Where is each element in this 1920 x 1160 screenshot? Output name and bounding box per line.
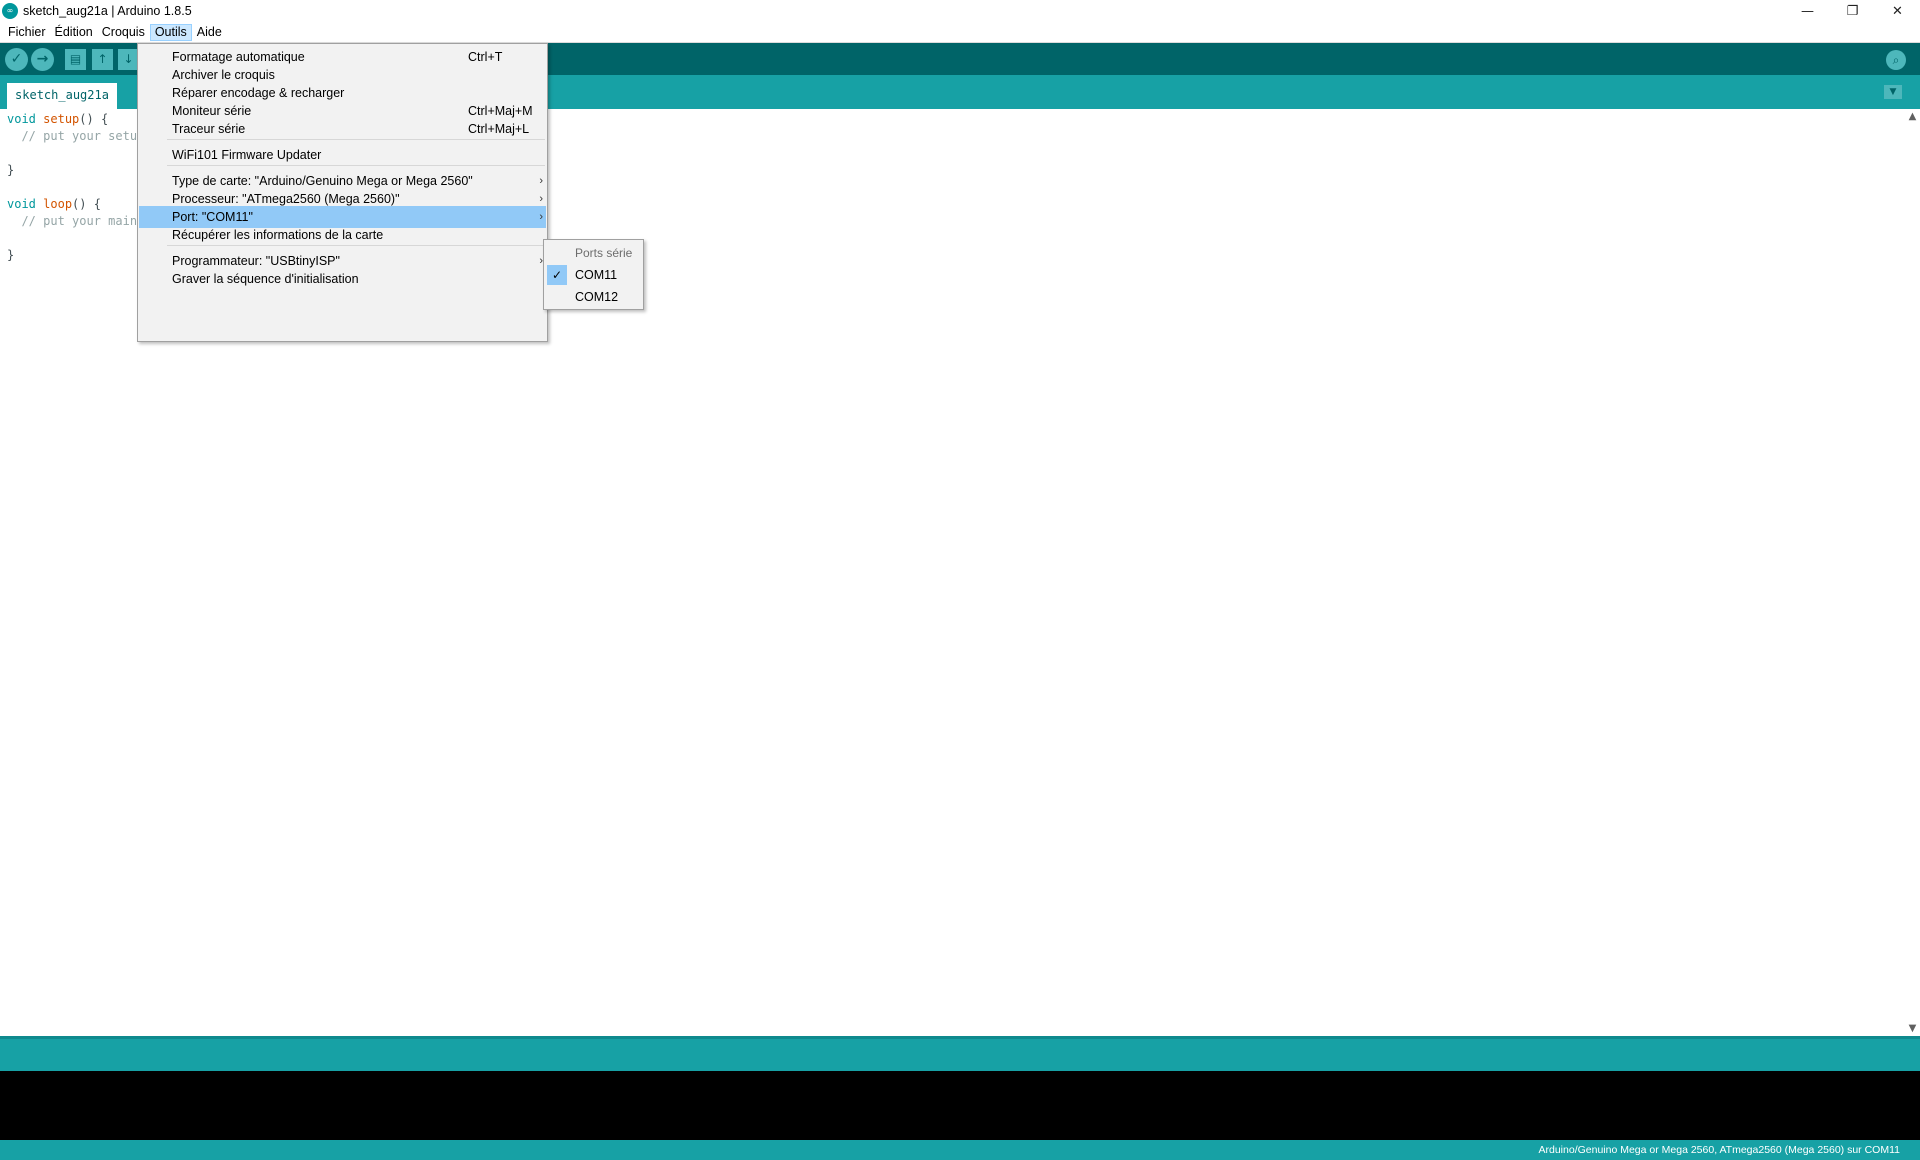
minimize-button[interactable]: — bbox=[1785, 0, 1830, 22]
port-option-com12[interactable]: COM12 bbox=[545, 286, 642, 308]
menu-croquis[interactable]: Croquis bbox=[98, 24, 149, 41]
scroll-down-arrow-icon[interactable]: ▼ bbox=[1905, 1021, 1920, 1036]
board-info: Arduino/Genuino Mega or Mega 2560, ATmeg… bbox=[1538, 1144, 1901, 1156]
menu-outils[interactable]: Outils bbox=[149, 23, 192, 41]
code-line: // put your main bbox=[7, 213, 144, 230]
console-output[interactable] bbox=[0, 1071, 1920, 1140]
window-controls: — ❐ ✕ bbox=[1785, 0, 1920, 22]
tab-sketch[interactable]: sketch_aug21a bbox=[7, 83, 117, 109]
new-sketch-button[interactable]: ▤ bbox=[65, 49, 86, 70]
menu-item-recuperer-infos[interactable]: Récupérer les informations de la carte bbox=[139, 224, 546, 246]
keyword: void bbox=[7, 112, 36, 126]
code-comment: // put your main bbox=[7, 214, 138, 228]
menu-edition[interactable]: Édition bbox=[51, 24, 97, 41]
verify-button[interactable]: ✓ bbox=[5, 48, 28, 71]
checkmark-icon: ✓ bbox=[547, 265, 567, 285]
scroll-up-arrow-icon[interactable]: ▲ bbox=[1905, 109, 1920, 124]
title-bar: ∞ sketch_aug21a | Arduino 1.8.5 — ❐ ✕ bbox=[0, 0, 1920, 22]
menu-bar: Fichier Édition Croquis Outils Aide bbox=[0, 22, 1920, 43]
footer-bar: Arduino/Genuino Mega or Mega 2560, ATmeg… bbox=[0, 1140, 1920, 1160]
tab-menu-chevron-down-icon[interactable]: ▼ bbox=[1884, 85, 1902, 99]
code-line: void loop() { bbox=[7, 196, 144, 213]
menu-item-label: Récupérer les informations de la carte bbox=[172, 228, 384, 242]
code-area[interactable]: void setup() { // put your setup} void lo… bbox=[7, 111, 144, 264]
port-option-label: COM11 bbox=[575, 268, 618, 282]
port-option-label: COM12 bbox=[575, 290, 619, 304]
menu-item-wifi101-updater[interactable]: WiFi101 Firmware Updater bbox=[139, 144, 546, 166]
code-line: } bbox=[7, 162, 144, 179]
code-line: } bbox=[7, 247, 144, 264]
port-option-com11[interactable]: ✓ COM11 bbox=[545, 264, 642, 286]
code-line: // put your setup bbox=[7, 128, 144, 145]
outils-dropdown-menu: Formatage automatique Ctrl+T Archiver le c… bbox=[137, 43, 548, 342]
submenu-header: Ports série bbox=[575, 246, 633, 260]
code-punctuation: () { bbox=[72, 197, 101, 211]
restore-button[interactable]: ❐ bbox=[1830, 0, 1875, 22]
function-name: loop bbox=[43, 197, 73, 211]
save-button[interactable]: ↓ bbox=[118, 49, 139, 70]
code-comment: // put your setup bbox=[7, 129, 145, 143]
vertical-scrollbar[interactable]: ▲ ▼ bbox=[1905, 109, 1920, 1036]
status-bar bbox=[0, 1036, 1920, 1071]
keyword: void bbox=[7, 197, 36, 211]
code-text: } bbox=[7, 248, 15, 262]
open-button[interactable]: ↑ bbox=[92, 49, 113, 70]
arduino-logo-icon: ∞ bbox=[2, 3, 18, 19]
close-button[interactable]: ✕ bbox=[1875, 0, 1920, 22]
menu-item-graver-sequence[interactable]: Graver la séquence d'initialisation bbox=[139, 268, 546, 290]
code-line: void setup() { bbox=[7, 111, 144, 128]
menu-aide[interactable]: Aide bbox=[193, 24, 226, 41]
upload-button[interactable]: → bbox=[31, 48, 54, 71]
menu-item-label: Traceur série bbox=[172, 122, 246, 136]
menu-fichier[interactable]: Fichier bbox=[4, 24, 50, 41]
code-punctuation: () { bbox=[79, 112, 109, 126]
serial-monitor-button[interactable]: ⌕ bbox=[1886, 50, 1906, 70]
menu-item-label: Graver la séquence d'initialisation bbox=[172, 272, 359, 286]
menu-item-label: WiFi101 Firmware Updater bbox=[172, 148, 322, 162]
function-name: setup bbox=[43, 112, 80, 126]
port-submenu: Ports série ✓ COM11 COM12 bbox=[543, 239, 644, 310]
code-text: } bbox=[7, 163, 15, 177]
menu-item-traceur-serie[interactable]: Traceur série Ctrl+Maj+L bbox=[139, 118, 546, 140]
menu-item-shortcut: Ctrl+Maj+L bbox=[468, 122, 530, 136]
window-title: sketch_aug21a | Arduino 1.8.5 bbox=[23, 4, 192, 18]
